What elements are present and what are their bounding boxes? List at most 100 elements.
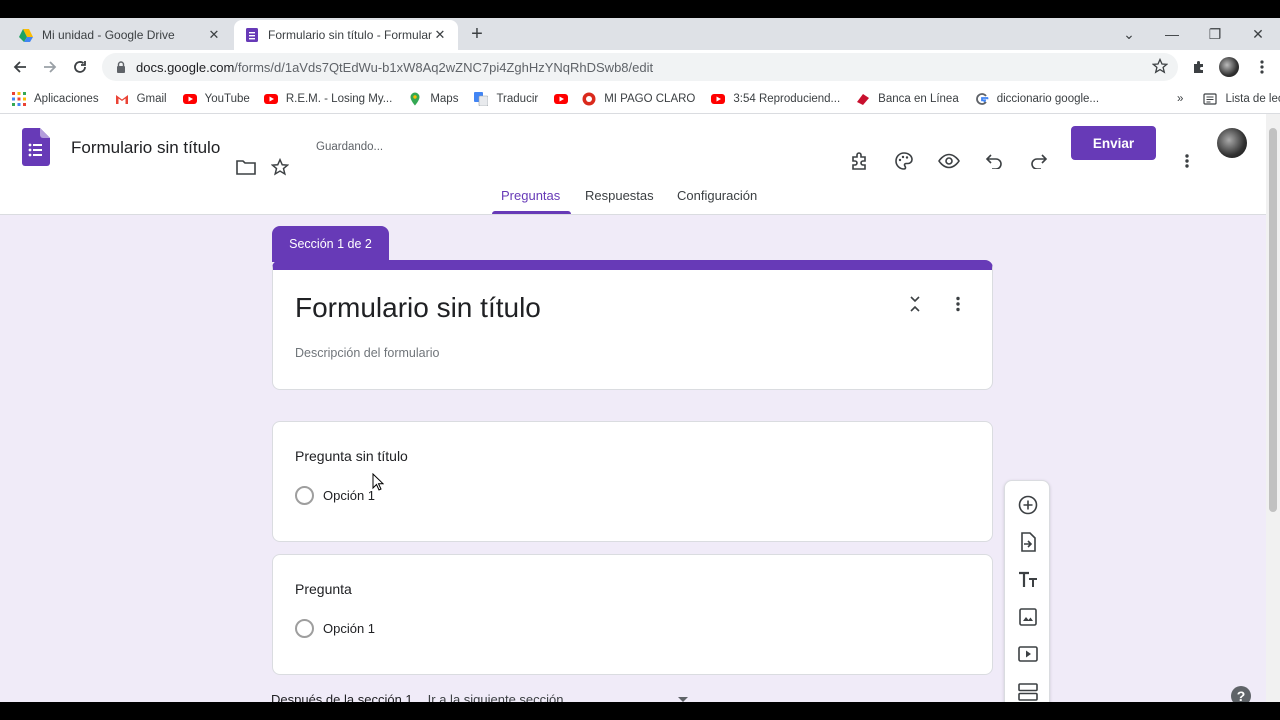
youtube-icon	[711, 93, 726, 104]
url-host: docs.google.com	[136, 59, 235, 75]
bookmark-label: Gmail	[136, 92, 167, 105]
bookmark-gmail[interactable]: Gmail	[115, 92, 167, 106]
maps-pin-icon	[410, 92, 420, 105]
bookmark-maps[interactable]: Maps	[408, 92, 458, 106]
reload-icon	[74, 61, 86, 73]
tab-title: Formulario sin título - Formulario	[268, 28, 432, 42]
addons-button[interactable]	[846, 148, 872, 174]
address-bar[interactable]: docs.google.com/forms/d/1aVds7QtEdWu-b1x…	[102, 53, 1178, 81]
close-tab-icon[interactable]: ✕	[432, 27, 448, 43]
question-card[interactable]: Pregunta Opción 1	[272, 554, 993, 675]
bookmark-label: Aplicaciones	[34, 92, 99, 105]
tab-google-forms[interactable]: Formulario sin título - Formulario ✕	[234, 20, 458, 50]
bookmark-label: R.E.M. - Losing My...	[285, 92, 393, 105]
bookmark-diccionario[interactable]: diccionario google...	[975, 92, 1099, 106]
dropdown-arrow-icon[interactable]	[677, 696, 688, 703]
url-path: /forms/d/1aVds7QtEdWu-b1xW8Aq2wZNC7pi4Zg…	[234, 59, 654, 75]
chrome-menu-button[interactable]	[1250, 55, 1274, 79]
bookmark-youtube[interactable]: YouTube	[182, 92, 250, 106]
minimize-icon[interactable]: —	[1158, 22, 1186, 46]
google-forms-logo-icon[interactable]	[22, 128, 50, 166]
forward-arrow-icon	[44, 61, 57, 73]
customize-theme-button[interactable]	[891, 148, 917, 174]
reading-list-button[interactable]: Lista de lectura	[1203, 92, 1280, 106]
star-button[interactable]	[267, 154, 293, 180]
tab-respuestas[interactable]: Respuestas	[585, 188, 654, 203]
more-vert-icon[interactable]	[956, 296, 960, 312]
profile-button[interactable]	[1217, 55, 1241, 79]
back-button[interactable]	[8, 55, 32, 79]
bookmark-mi-pago-claro[interactable]: MI PAGO CLARO	[582, 92, 695, 106]
form-description-field[interactable]: Descripción del formulario	[295, 346, 440, 360]
preview-button[interactable]	[936, 148, 962, 174]
form-title[interactable]: Formulario sin título	[295, 292, 541, 324]
add-section-button[interactable]	[1016, 680, 1040, 702]
youtube-icon	[554, 93, 569, 104]
screen-frame: Mi unidad - Google Drive ✕ Formulario si…	[0, 0, 1280, 720]
bookmark-label: diccionario google...	[996, 92, 1100, 105]
tab-preguntas[interactable]: Preguntas	[501, 188, 560, 203]
page-scrollbar[interactable]	[1266, 114, 1280, 702]
account-avatar[interactable]	[1217, 128, 1247, 158]
add-image-button[interactable]	[1016, 605, 1040, 629]
bookmark-banca[interactable]: Banca en Línea	[856, 92, 959, 106]
redo-button[interactable]	[1026, 148, 1052, 174]
scrollbar-thumb[interactable]	[1269, 128, 1277, 512]
import-icon	[1021, 532, 1036, 552]
help-button[interactable]: ?	[1231, 686, 1251, 702]
tab-configuracion[interactable]: Configuración	[677, 188, 757, 203]
document-title[interactable]: Formulario sin título	[71, 138, 220, 158]
add-title-button[interactable]	[1016, 568, 1040, 592]
reading-list-label: Lista de lectura	[1225, 92, 1280, 105]
text-title-icon	[1019, 571, 1037, 587]
more-vert-icon	[1260, 60, 1264, 74]
bookmark-apps[interactable]: Aplicaciones	[12, 91, 99, 106]
redo-icon	[1031, 154, 1048, 169]
undo-icon	[985, 154, 1002, 169]
tab-search-icon[interactable]: ⌄	[1115, 22, 1143, 46]
add-video-button[interactable]	[1016, 642, 1040, 666]
bookmark-youtube-2[interactable]	[554, 92, 576, 106]
puzzle-icon	[852, 152, 866, 170]
option-label: Opción 1	[323, 621, 376, 636]
question-title[interactable]: Pregunta sin título	[295, 448, 408, 464]
tab-title: Mi unidad - Google Drive	[42, 28, 175, 42]
radio-icon	[295, 619, 314, 638]
reload-button[interactable]	[68, 55, 92, 79]
image-icon	[1019, 608, 1037, 626]
bookmark-label: MI PAGO CLARO	[604, 92, 696, 105]
undo-button[interactable]	[981, 148, 1007, 174]
bookmarks-overflow-button[interactable]: »	[1177, 93, 1183, 105]
double-chevron-icon: »	[1177, 92, 1184, 105]
restore-icon[interactable]: ❐	[1201, 22, 1229, 46]
more-options-button[interactable]	[1174, 148, 1200, 174]
forward-button[interactable]	[38, 55, 62, 79]
move-to-folder-button[interactable]	[233, 154, 259, 180]
lock-icon	[117, 61, 125, 73]
new-tab-button[interactable]: +	[466, 22, 488, 46]
bookmark-label: Maps	[430, 92, 459, 105]
add-question-button[interactable]	[1016, 493, 1040, 517]
tab-google-drive[interactable]: Mi unidad - Google Drive ✕	[8, 20, 232, 50]
question-title[interactable]: Pregunta	[295, 581, 352, 597]
browser-toolbar: docs.google.com/forms/d/1aVds7QtEdWu-b1x…	[0, 50, 1280, 84]
bookmark-translate[interactable]: Traducir	[474, 91, 538, 106]
bookmark-star-icon[interactable]	[1152, 58, 1168, 74]
question-mark-icon: ?	[1236, 688, 1246, 702]
close-tab-icon[interactable]: ✕	[206, 27, 222, 43]
add-circle-icon	[1018, 495, 1038, 515]
collapse-section-icon[interactable]	[909, 296, 921, 312]
close-window-icon[interactable]: ✕	[1244, 22, 1272, 46]
send-button[interactable]: Enviar	[1071, 126, 1156, 160]
bookmark-label: YouTube	[204, 92, 250, 105]
bookmark-reproduciendo[interactable]: 3:54 Reproduciend...	[711, 92, 840, 106]
bookmark-rem[interactable]: R.E.M. - Losing My...	[263, 92, 393, 106]
folder-icon	[236, 160, 256, 175]
import-questions-button[interactable]	[1016, 530, 1040, 554]
form-title-card[interactable]: Formulario sin título Descripción del fo…	[272, 260, 993, 390]
extensions-button[interactable]	[1187, 55, 1211, 79]
bookmark-label: Banca en Línea	[878, 92, 959, 105]
palette-icon	[895, 152, 913, 170]
after-section-select[interactable]: Ir a la siguiente sección	[428, 692, 678, 702]
bank-icon	[857, 93, 870, 105]
